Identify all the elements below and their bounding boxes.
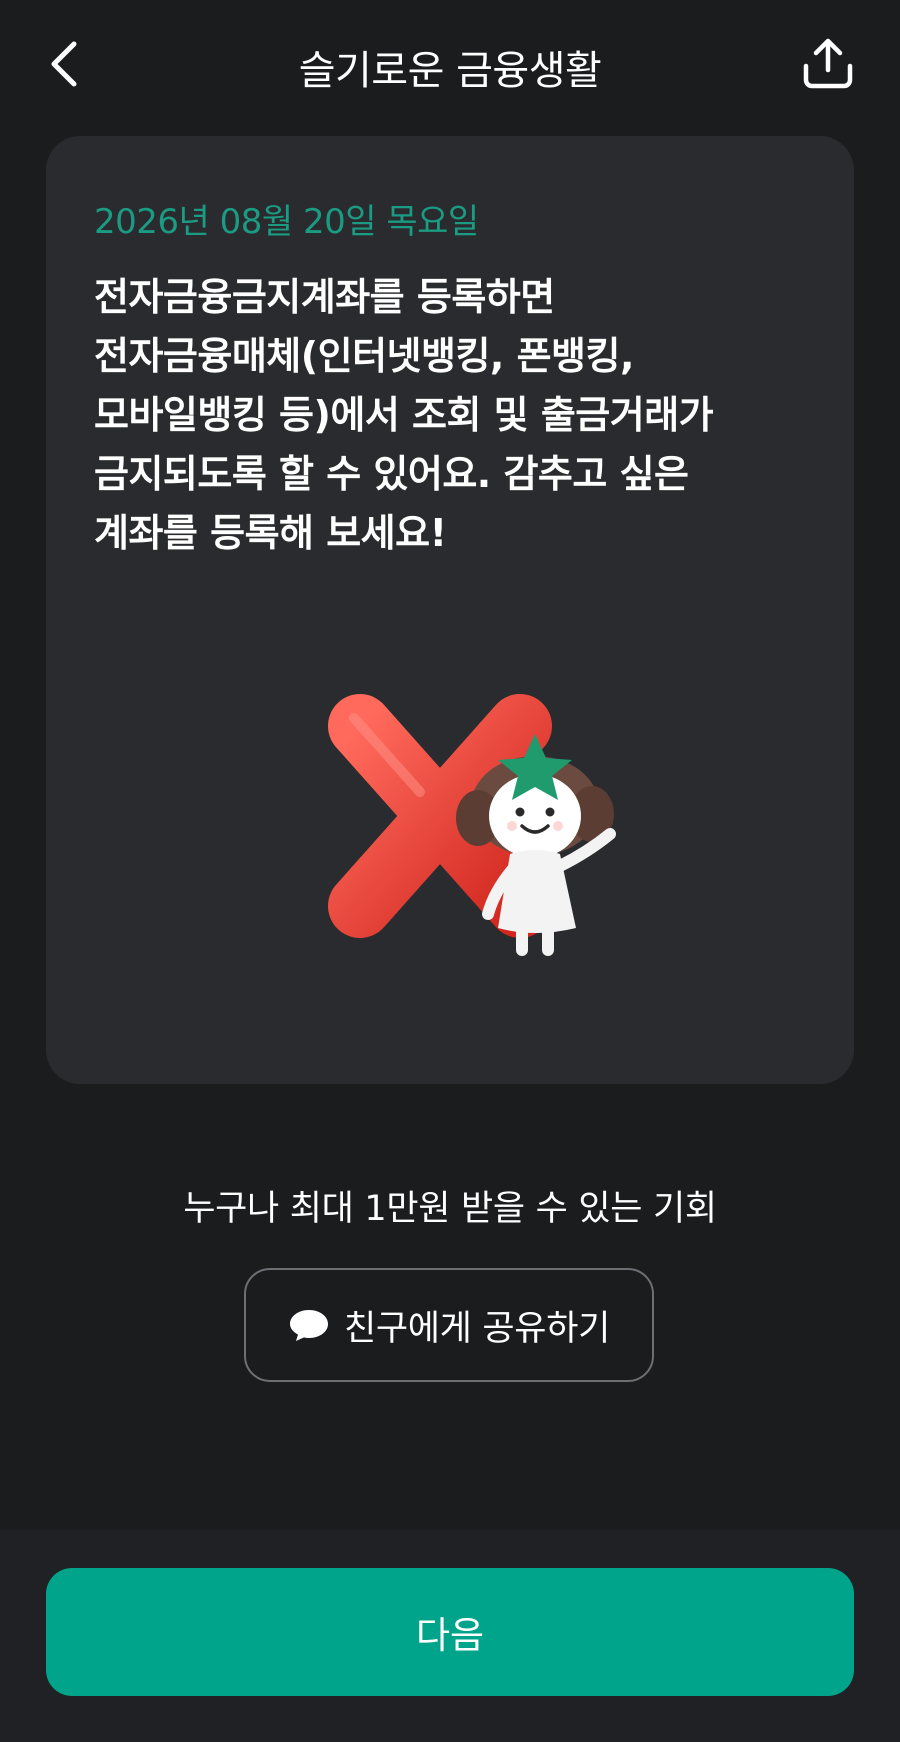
footer: 다음 — [0, 1530, 900, 1742]
next-button[interactable]: 다음 — [46, 1568, 854, 1696]
share-button[interactable] — [800, 36, 856, 92]
share-with-friend-button[interactable]: 친구에게 공유하기 — [244, 1268, 654, 1382]
info-card: 2026년 08월 20일 목요일 전자금융금지계좌를 등록하면 전자금융매체(… — [46, 136, 854, 1084]
screen: 슬기로운 금융생활 2026년 08월 20일 목요일 전자금융금지계좌를 등록… — [0, 0, 900, 1742]
card-body-line: 모바일뱅킹 등)에서 조회 및 출금거래가 — [94, 393, 714, 437]
header: 슬기로운 금융생활 — [0, 0, 900, 130]
share-with-friend-label: 친구에게 공유하기 — [343, 1308, 611, 1349]
next-button-label: 다음 — [415, 1614, 485, 1657]
card-body-line: 금지되도록 할 수 있어요. 감추고 싶은 — [94, 452, 689, 496]
chat-bubble-icon — [289, 1310, 328, 1341]
card-body: 전자금융금지계좌를 등록하면 전자금융매체(인터넷뱅킹, 폰뱅킹, 모바일뱅킹 … — [94, 268, 814, 563]
share-upload-icon — [803, 38, 853, 89]
card-date: 2026년 08월 20일 목요일 — [94, 202, 479, 242]
red-x-mascot-illustration — [328, 694, 616, 956]
promo-text: 누구나 최대 1만원 받을 수 있는 기회 — [183, 1189, 717, 1229]
card-body-line: 전자금융매체(인터넷뱅킹, 폰뱅킹, — [94, 334, 634, 378]
card-body-line: 전자금융금지계좌를 등록하면 — [94, 275, 555, 319]
page-title: 슬기로운 금융생활 — [298, 48, 602, 94]
card-body-line: 계좌를 등록해 보세요! — [94, 511, 447, 555]
